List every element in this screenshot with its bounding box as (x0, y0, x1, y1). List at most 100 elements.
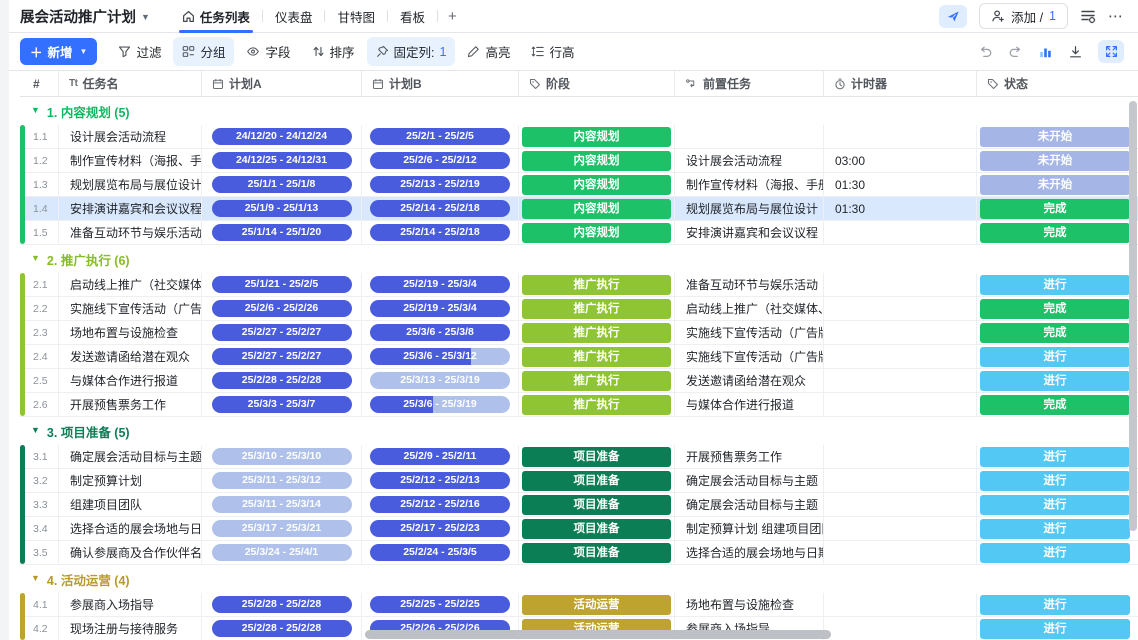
table-row[interactable]: 3.3 组建项目团队 25/3/11 - 25/3/14 25/2/12 - 2… (20, 493, 1138, 517)
new-record-button[interactable]: ＋ 新增 ▼ (20, 38, 97, 65)
plan-a-cell[interactable]: 25/3/24 - 25/4/1 (202, 541, 362, 564)
date-range-pill[interactable]: 25/2/13 - 25/2/19 (370, 176, 510, 193)
stage-badge[interactable]: 推广执行 (522, 299, 671, 319)
status-cell[interactable]: 进行 (977, 273, 1133, 296)
table-row[interactable]: 3.1 确定展会活动目标与主题 25/3/10 - 25/3/10 25/2/9… (20, 445, 1138, 469)
table-row[interactable]: 1.5 准备互动环节与娱乐活动 25/1/14 - 25/1/20 25/2/1… (20, 221, 1138, 245)
status-cell[interactable]: 进行 (977, 517, 1133, 540)
date-range-pill[interactable]: 25/2/17 - 25/2/23 (370, 520, 510, 537)
date-range-pill[interactable]: 25/1/1 - 25/1/8 (212, 176, 352, 193)
task-name-cell[interactable]: 与媒体合作进行报道 (59, 369, 202, 392)
stage-badge[interactable]: 内容规划 (522, 223, 671, 243)
date-range-pill[interactable]: 25/3/6 - 25/3/8 (370, 324, 510, 341)
stage-cell[interactable]: 项目准备 (519, 517, 675, 540)
group-header[interactable]: ▼ 1. 内容规划 (5) (20, 97, 1138, 125)
timer-cell[interactable] (824, 345, 977, 368)
plan-b-cell[interactable]: 25/3/6 - 25/3/12 (362, 345, 519, 368)
predecessor-cell[interactable]: 确定展会活动目标与主题 (675, 493, 824, 516)
plan-a-cell[interactable]: 25/2/28 - 25/2/28 (202, 593, 362, 616)
stage-badge[interactable]: 项目准备 (522, 495, 671, 515)
table-row[interactable]: 2.2 实施线下宣传活动（广告... 25/2/6 - 25/2/26 25/2… (20, 297, 1138, 321)
status-cell[interactable]: 未开始 (977, 149, 1133, 172)
column-header-predecessor[interactable]: 前置任务 (675, 71, 824, 96)
stage-badge[interactable]: 活动运营 (522, 595, 671, 615)
tab-kanban[interactable]: 看板 (388, 0, 437, 33)
stage-cell[interactable]: 项目准备 (519, 469, 675, 492)
timer-cell[interactable] (824, 541, 977, 564)
add-view-button[interactable]: + (438, 0, 467, 33)
plan-b-cell[interactable]: 25/3/6 - 25/3/19 (362, 393, 519, 416)
status-cell[interactable]: 进行 (977, 541, 1133, 564)
status-badge[interactable]: 未开始 (980, 175, 1130, 195)
plan-b-cell[interactable]: 25/2/19 - 25/3/4 (362, 297, 519, 320)
stage-cell[interactable]: 内容规划 (519, 221, 675, 244)
status-badge[interactable]: 完成 (980, 299, 1130, 319)
stage-badge[interactable]: 推广执行 (522, 371, 671, 391)
sort-button[interactable]: 排序 (303, 37, 364, 66)
status-cell[interactable]: 未开始 (977, 173, 1133, 196)
stage-cell[interactable]: 活动运营 (519, 593, 675, 616)
predecessor-cell[interactable]: 安排演讲嘉宾和会议议程 (675, 221, 824, 244)
row-height-button[interactable]: 行高 (522, 37, 583, 66)
date-range-pill[interactable]: 25/2/19 - 25/3/4 (370, 276, 510, 293)
date-range-pill[interactable]: 25/2/28 - 25/2/28 (212, 596, 352, 613)
date-range-pill[interactable]: 25/2/27 - 25/2/27 (212, 348, 352, 365)
task-name-cell[interactable]: 制定预算计划 (59, 469, 202, 492)
date-range-pill[interactable]: 25/1/14 - 25/1/20 (212, 224, 352, 241)
plan-b-cell[interactable]: 25/2/12 - 25/2/13 (362, 469, 519, 492)
predecessor-cell[interactable]: 制作宣传材料（海报、手册等） (675, 173, 824, 196)
date-range-pill[interactable]: 25/2/14 - 25/2/18 (370, 200, 510, 217)
task-name-cell[interactable]: 组建项目团队 (59, 493, 202, 516)
status-badge[interactable]: 进行 (980, 495, 1130, 515)
status-cell[interactable]: 完成 (977, 297, 1133, 320)
group-header[interactable]: ▼ 3. 项目准备 (5) (20, 417, 1138, 445)
plan-b-cell[interactable]: 25/3/6 - 25/3/8 (362, 321, 519, 344)
date-range-pill[interactable]: 25/2/25 - 25/2/25 (370, 596, 510, 613)
stage-badge[interactable]: 推广执行 (522, 347, 671, 367)
table-row[interactable]: 2.4 发送邀请函给潜在观众 25/2/27 - 25/2/27 25/3/6 … (20, 345, 1138, 369)
stage-badge[interactable]: 项目准备 (522, 447, 671, 467)
table-row[interactable]: 2.5 与媒体合作进行报道 25/2/28 - 25/2/28 25/3/13 … (20, 369, 1138, 393)
predecessor-cell[interactable]: 实施线下宣传活动（广告牌、传 (675, 321, 824, 344)
plan-b-cell[interactable]: 25/2/1 - 25/2/5 (362, 125, 519, 148)
plan-a-cell[interactable]: 25/1/14 - 25/1/20 (202, 221, 362, 244)
plan-b-cell[interactable]: 25/2/14 - 25/2/18 (362, 221, 519, 244)
column-header-plan-b[interactable]: 计划B (362, 71, 519, 96)
status-badge[interactable]: 进行 (980, 619, 1130, 639)
task-name-cell[interactable]: 选择合适的展会场地与日期 (59, 517, 202, 540)
predecessor-cell[interactable]: 与媒体合作进行报道 (675, 393, 824, 416)
tab-dashboard[interactable]: 仪表盘 (263, 0, 325, 33)
tab-task-list[interactable]: 任务列表 (170, 0, 262, 33)
timer-cell[interactable] (824, 593, 977, 616)
timer-cell[interactable] (824, 221, 977, 244)
stage-cell[interactable]: 内容规划 (519, 125, 675, 148)
status-badge[interactable]: 进行 (980, 471, 1130, 491)
automation-button[interactable] (1080, 8, 1096, 24)
group-header[interactable]: ▼ 4. 活动运营 (4) (20, 565, 1138, 593)
predecessor-cell[interactable]: 规划展览布局与展位设计 (675, 197, 824, 220)
date-range-pill[interactable]: 25/3/11 - 25/3/12 (212, 472, 352, 489)
status-cell[interactable]: 完成 (977, 197, 1133, 220)
column-header-timer[interactable]: 计时器 (824, 71, 977, 96)
plan-a-cell[interactable]: 25/2/28 - 25/2/28 (202, 369, 362, 392)
plan-b-cell[interactable]: 25/2/13 - 25/2/19 (362, 173, 519, 196)
stage-cell[interactable]: 推广执行 (519, 369, 675, 392)
date-range-pill[interactable]: 25/2/12 - 25/2/16 (370, 496, 510, 513)
redo-button[interactable] (1008, 45, 1023, 59)
stage-cell[interactable]: 项目准备 (519, 493, 675, 516)
timer-cell[interactable] (824, 393, 977, 416)
date-range-pill[interactable]: 24/12/20 - 24/12/24 (212, 128, 352, 145)
stage-badge[interactable]: 内容规划 (522, 199, 671, 219)
status-cell[interactable]: 完成 (977, 221, 1133, 244)
status-badge[interactable]: 进行 (980, 275, 1130, 295)
status-cell[interactable]: 进行 (977, 593, 1133, 616)
plan-b-cell[interactable]: 25/2/9 - 25/2/11 (362, 445, 519, 468)
date-range-pill[interactable]: 25/3/10 - 25/3/10 (212, 448, 352, 465)
table-row[interactable]: 1.3 规划展览布局与展位设计 25/1/1 - 25/1/8 25/2/13 … (20, 173, 1138, 197)
fullscreen-button[interactable] (1098, 40, 1124, 63)
date-range-pill[interactable]: 25/3/24 - 25/4/1 (212, 544, 352, 561)
plan-a-cell[interactable]: 25/3/11 - 25/3/12 (202, 469, 362, 492)
column-header-plan-a[interactable]: 计划A (202, 71, 362, 96)
plan-b-cell[interactable]: 25/3/13 - 25/3/19 (362, 369, 519, 392)
predecessor-cell[interactable] (675, 125, 824, 148)
